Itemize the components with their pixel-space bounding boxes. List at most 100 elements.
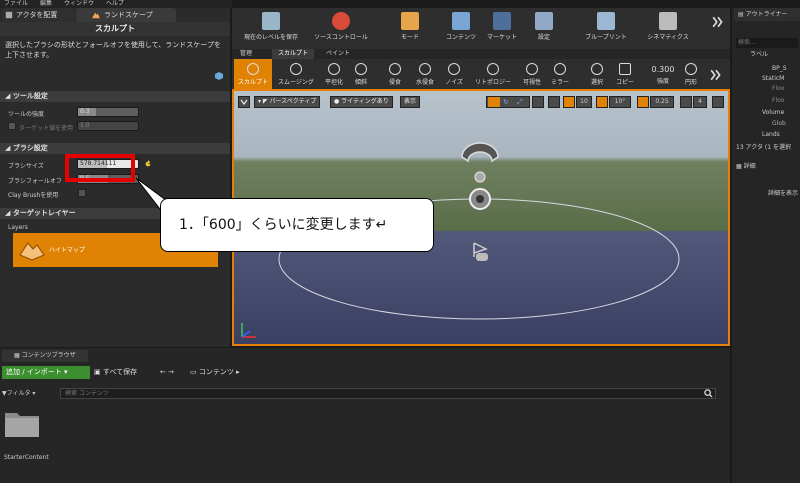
outliner-label-header[interactable]: ラベル bbox=[736, 50, 798, 60]
reset-arrow-icon[interactable] bbox=[144, 160, 152, 168]
grid-size-value[interactable]: 10 bbox=[576, 96, 592, 108]
outliner-row[interactable]: StaticM bbox=[736, 74, 798, 84]
main-toolbar: 現在のレベルを保存 ソースコントロール モード コンテンツ マーケット 設定 ブ… bbox=[232, 8, 730, 49]
menu-file[interactable]: ファイル bbox=[4, 0, 28, 8]
landscape-mode-tabs: 管理 スカルプト ペイント bbox=[232, 49, 730, 59]
tab-paint[interactable]: ペイント bbox=[326, 49, 350, 59]
scale-snap-value[interactable]: 0.25 bbox=[650, 96, 674, 108]
tool-strength-input[interactable]: 0.3 bbox=[77, 107, 139, 117]
content-browser: ▦ コンテンツブラウザ 追加 / インポート ▾ ▣ すべて保存 ← → ▭ コ… bbox=[0, 348, 730, 483]
tool-copy[interactable]: コピー bbox=[614, 59, 636, 89]
menu-edit[interactable]: 編集 bbox=[40, 0, 52, 8]
folder-label[interactable]: StarterContent bbox=[4, 454, 64, 461]
lighting-mode-button[interactable]: ● ライティングあり bbox=[330, 96, 393, 108]
tool-visibility[interactable]: 可視性 bbox=[518, 59, 546, 89]
content-browser-tab[interactable]: ▦ コンテンツブラウザ bbox=[2, 350, 88, 362]
outliner-row[interactable]: BP_S bbox=[736, 64, 798, 74]
tool-sculpt[interactable]: スカルプト bbox=[234, 59, 272, 89]
tool-retopologize[interactable]: リトポロジー bbox=[470, 59, 516, 89]
scale-snap-icon[interactable] bbox=[637, 96, 649, 108]
use-target-label: ターゲット値を使用 bbox=[19, 125, 74, 132]
tab-sculpt[interactable]: スカルプト bbox=[272, 49, 314, 59]
layers-label: Layers bbox=[8, 224, 28, 231]
rotation-snap-value[interactable]: 10° bbox=[609, 96, 631, 108]
camera-speed-icon[interactable] bbox=[680, 96, 692, 108]
content-path-breadcrumb[interactable]: ▭ コンテンツ ▸ bbox=[190, 366, 260, 379]
tool-ramp[interactable]: 傾斜 bbox=[350, 59, 372, 89]
blueprints-button[interactable]: ブループリント bbox=[580, 8, 632, 49]
maximize-viewport-icon[interactable] bbox=[712, 96, 724, 108]
scale-icon[interactable]: ⤢ bbox=[517, 98, 523, 107]
tool-description: 選択したブラシの形状とフォールオフを使用して、ランドスケープを上下させます。 bbox=[5, 41, 221, 59]
ramp-icon bbox=[355, 63, 367, 75]
source-control-button[interactable]: ソースコントロール bbox=[306, 8, 376, 49]
modes-button[interactable]: モード bbox=[392, 8, 428, 49]
marketplace-button[interactable]: マーケット bbox=[482, 8, 522, 49]
rotate-icon[interactable]: ↻ bbox=[503, 98, 509, 106]
world-outliner-panel: ▤ アウトライナー 検索... ラベル BP_S StaticM Floo Fl… bbox=[732, 8, 800, 483]
show-button[interactable]: 表示 bbox=[400, 96, 421, 108]
tool-noise[interactable]: ノイズ bbox=[442, 59, 466, 89]
viewport-options-button[interactable] bbox=[238, 96, 250, 108]
gear-icon bbox=[535, 12, 553, 30]
camera-speed-value[interactable]: 4 bbox=[693, 96, 707, 108]
cinematics-button[interactable]: シネマティクス bbox=[640, 8, 696, 49]
sculpt-tool-bar: スカルプト スムージング 平坦化 傾斜 侵食 水侵食 ノイズ リトポロジー 可視… bbox=[232, 59, 730, 89]
tool-flatten[interactable]: 平坦化 bbox=[320, 59, 348, 89]
double-chevron-right-icon[interactable] bbox=[710, 69, 722, 81]
tool-settings-header[interactable]: ◢ ツール設定 bbox=[0, 91, 230, 102]
outliner-row[interactable]: Glob bbox=[736, 119, 798, 129]
sphere-icon: ● bbox=[334, 98, 340, 105]
add-import-button[interactable]: 追加 / インポート ▾ bbox=[2, 366, 90, 379]
menu-help[interactable]: ヘルプ bbox=[106, 0, 124, 8]
smooth-icon bbox=[290, 63, 302, 75]
chevron-down-icon bbox=[240, 99, 248, 105]
transform-tools[interactable]: ↻ ⤢ bbox=[486, 96, 530, 108]
filter-button[interactable]: ▼フィルタ ▾ bbox=[2, 388, 52, 399]
outliner-tab[interactable]: ▤ アウトライナー bbox=[734, 8, 800, 21]
content-search-input[interactable]: 検索 コンテンツ bbox=[60, 388, 716, 399]
heightmap-icon bbox=[19, 242, 45, 261]
history-arrows-icon[interactable]: ← → bbox=[160, 366, 184, 379]
tool-erosion[interactable]: 侵食 bbox=[384, 59, 406, 89]
details-tab[interactable]: ▦ 詳細 bbox=[736, 162, 800, 172]
target-value-input[interactable]: 1.0 bbox=[77, 121, 139, 131]
tool-mirror[interactable]: ミラー bbox=[548, 59, 572, 89]
use-target-checkbox[interactable] bbox=[8, 122, 16, 130]
rotation-snap-icon[interactable] bbox=[596, 96, 608, 108]
search-icon[interactable] bbox=[704, 389, 713, 398]
outliner-row[interactable]: Volume bbox=[736, 108, 798, 118]
grid-snap-icon[interactable] bbox=[563, 96, 575, 108]
perspective-button[interactable]: ▾ ◤ パースペクティブ bbox=[254, 96, 321, 108]
tab-place-actors[interactable]: アクタを配置 bbox=[2, 8, 74, 22]
save-all-icon: ▣ bbox=[94, 368, 103, 376]
actor-count: 13 アクタ (1 を選択 bbox=[736, 144, 791, 151]
strength-control[interactable]: 0.300 強度 bbox=[648, 59, 678, 89]
brush-falloff-label: ブラシフォールオフ bbox=[8, 178, 62, 185]
surface-snap-icon[interactable] bbox=[548, 96, 560, 108]
tab-manage[interactable]: 管理 bbox=[240, 49, 252, 59]
content-button[interactable]: コンテンツ bbox=[440, 8, 482, 49]
tool-smooth[interactable]: スムージング bbox=[274, 59, 318, 89]
brush-shape-dropdown[interactable]: 円形 bbox=[680, 59, 702, 89]
settings-button[interactable]: 設定 bbox=[530, 8, 558, 49]
perspective-icon: ◤ bbox=[262, 98, 268, 105]
tool-hydro-erosion[interactable]: 水侵食 bbox=[410, 59, 440, 89]
axis-indicator-icon bbox=[241, 323, 256, 338]
outliner-row[interactable]: Lands bbox=[736, 130, 798, 140]
world-local-icon[interactable] bbox=[532, 96, 544, 108]
move-icon[interactable] bbox=[488, 97, 500, 107]
brush-settings-header[interactable]: ◢ ブラシ設定 bbox=[0, 143, 230, 154]
save-all-button[interactable]: ▣ すべて保存 bbox=[94, 366, 154, 379]
double-chevron-right-icon[interactable] bbox=[712, 16, 724, 28]
tool-select[interactable]: 選択 bbox=[586, 59, 608, 89]
menu-window[interactable]: ウィンドウ bbox=[64, 0, 94, 8]
outliner-row[interactable]: Floo bbox=[736, 96, 798, 106]
outliner-search-input[interactable]: 検索... bbox=[736, 38, 798, 48]
folder-icon[interactable] bbox=[4, 408, 40, 438]
outliner-row[interactable]: Floo bbox=[736, 84, 798, 94]
save-level-button[interactable]: 現在のレベルを保存 bbox=[238, 8, 304, 49]
folder-icon: ▭ bbox=[190, 368, 199, 376]
clay-brush-checkbox[interactable] bbox=[78, 189, 86, 197]
tab-landscape[interactable]: ランドスケープ bbox=[76, 8, 176, 22]
